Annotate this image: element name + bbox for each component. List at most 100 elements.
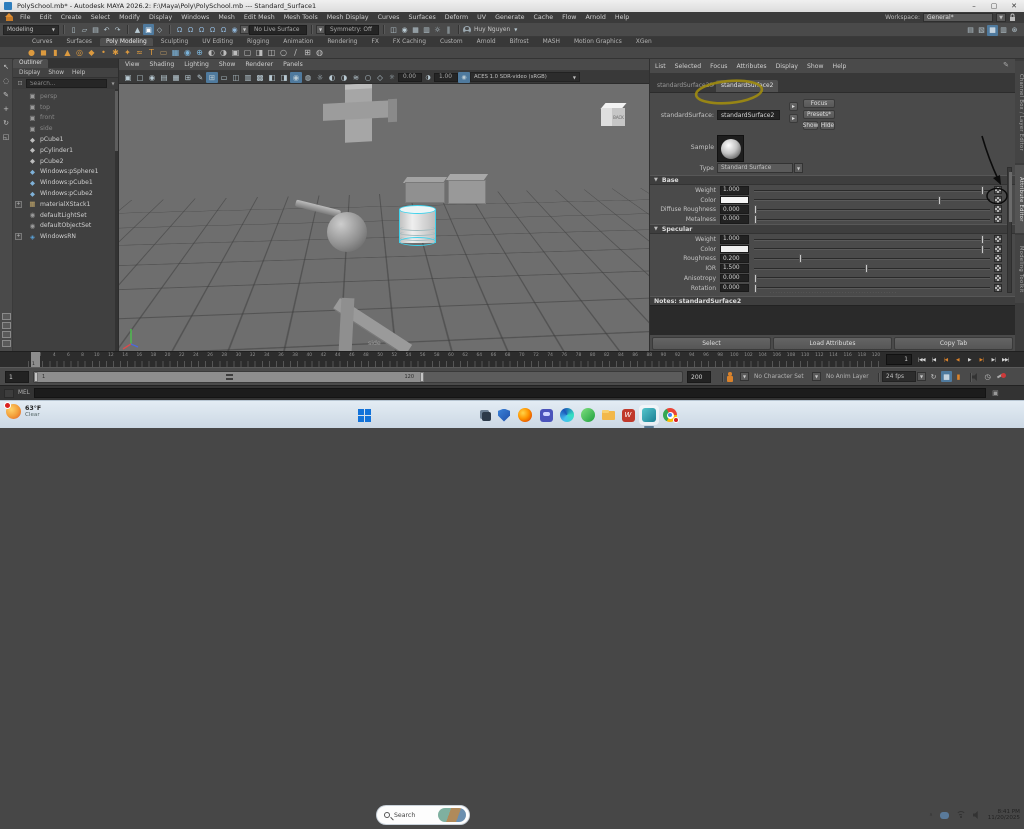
pause-viewport-icon[interactable]: ‖ [443,24,454,35]
attribute-slider[interactable] [754,248,990,250]
separate-icon[interactable]: ▢ [242,47,253,58]
focus-button[interactable]: Focus [803,99,835,108]
animation-start-field[interactable]: 1 [5,371,29,383]
poly-cone-icon[interactable]: ▲ [62,47,73,58]
anim-layer-caret-icon[interactable]: ▼ [812,372,821,381]
shelf-tab[interactable]: Rigging [241,38,275,46]
boolean-difference-icon[interactable]: ◑ [218,47,229,58]
snap-center-icon[interactable]: Ω [207,24,218,35]
menu-item[interactable]: Deform [445,14,468,21]
snap-curve-icon[interactable]: Ω [185,24,196,35]
create-polygon-tool-icon[interactable]: ✦ [122,47,133,58]
hotbox-controls-icon[interactable]: ▧ [976,25,987,36]
multi-cut-icon[interactable]: ∕ [290,47,301,58]
start-button[interactable] [356,407,372,423]
field-chart-icon[interactable]: ▩ [254,72,266,83]
save-scene-icon[interactable]: ▤ [90,24,101,35]
open-scene-icon[interactable]: ▱ [79,24,90,35]
outliner-item[interactable]: ◆ Windows:pSphere1 [13,167,115,178]
tray-network-icon[interactable] [940,812,949,819]
menu-item[interactable]: Surfaces [408,14,435,21]
quad-draw-icon[interactable]: ◍ [314,47,325,58]
select-component-icon[interactable]: ◇ [154,24,165,35]
workspace-caret-icon[interactable]: ▼ [996,13,1006,22]
target-weld-icon[interactable]: ⊞ [302,47,313,58]
hidden-icons-chevron[interactable]: ∧ [929,812,933,818]
layout-split-button[interactable] [2,331,11,338]
shelf-tab[interactable]: Sculpting [155,38,195,46]
menu-item[interactable]: Arnold [585,14,605,21]
ipr-render-icon[interactable]: ◉ [399,24,410,35]
tool-settings-toggle-icon[interactable]: ⊛ [1009,25,1020,36]
playback-loop-icon[interactable]: ↻ [928,371,939,382]
symmetry-field[interactable]: Symmetry: Off [325,25,379,35]
undo-icon[interactable]: ↶ [101,24,112,35]
shelf-tab[interactable]: MASH [537,38,566,46]
live-surface-field[interactable]: No Live Surface [249,25,307,35]
texture-map-button[interactable] [994,205,1002,213]
outliner-item[interactable]: ◆ pCube2 [13,156,115,167]
playback-speed-icon[interactable]: ◷ [982,371,993,382]
snap-viewplane-icon[interactable]: Ω [218,24,229,35]
ae-menu-attributes[interactable]: Attributes [736,63,766,70]
menu-item[interactable]: File [20,14,31,21]
menu-item[interactable]: Help [615,14,629,21]
scene-cross-arm[interactable] [323,100,395,121]
viewport-menu-panels[interactable]: Panels [283,61,303,68]
image-plane-icon[interactable]: ▦ [170,72,182,83]
colorspace-dropdown[interactable]: ACES 1.0 SDR-video (sRGB)▼ [470,72,580,82]
poly-sphere-icon[interactable]: ● [26,47,37,58]
make-live-icon[interactable]: ◉ [229,24,240,35]
mirror-icon[interactable]: ◫ [266,47,277,58]
file-explorer-icon[interactable] [600,407,616,423]
menu-item[interactable]: Flow [562,14,576,21]
command-input[interactable] [34,388,986,398]
texture-map-button[interactable] [994,254,1002,262]
resolution-gate-icon[interactable]: ◫ [230,72,242,83]
teams-icon[interactable] [538,407,554,423]
isolate-select-icon[interactable]: ◇ [374,72,386,83]
texture-map-button[interactable] [994,186,1002,194]
menu-item[interactable]: Modify [119,14,140,21]
output-connections-icon[interactable]: ▸ [789,114,798,123]
safe-action-icon[interactable]: ◧ [266,72,278,83]
new-scene-icon[interactable]: ▯ [68,24,79,35]
live-surface-caret-icon[interactable]: ▼ [240,25,249,34]
poly-cube-icon[interactable]: ◼ [38,47,49,58]
poly-cylinder-icon[interactable]: ▮ [50,47,61,58]
texture-map-button[interactable] [994,284,1002,292]
mute-audio-icon[interactable] [972,373,980,381]
gamma-icon[interactable]: ◑ [422,72,434,83]
lighting-toggle-icon[interactable]: ☼ [314,72,326,83]
scene-sphere[interactable] [327,212,367,252]
maya-home-icon[interactable] [5,14,14,21]
edge-icon[interactable] [559,407,575,423]
scene-doorframe-post[interactable] [339,298,355,351]
outliner-item[interactable]: + ◈ WindowsRN [13,231,115,242]
shaded-mode-icon[interactable]: ◉ [290,72,302,83]
node-tab[interactable]: standardSurface2SG [652,80,714,92]
step-forward-key-button[interactable]: ▶| [988,354,999,366]
shelf-tab[interactable]: Rendering [321,38,363,46]
select-hierarchy-icon[interactable]: ▲ [132,24,143,35]
outliner-item[interactable]: + ▦ materialXStack1 [13,199,115,210]
mash-network-icon[interactable]: ▦ [170,47,181,58]
shelf-tab[interactable]: Animation [277,38,319,46]
display-layer-icon[interactable]: ▥ [421,24,432,35]
outliner-menu-show[interactable]: Show [48,70,64,76]
type-tool-icon[interactable]: T [146,47,157,58]
texture-map-button[interactable] [994,274,1002,282]
minimize-button[interactable]: – [964,2,984,10]
film-gate-icon[interactable]: ▭ [218,72,230,83]
attribute-slider[interactable] [754,268,990,270]
pin-icon[interactable]: ✎ [1003,61,1009,69]
outliner-menu-display[interactable]: Display [19,70,40,76]
auto-keyframe-icon[interactable] [997,373,1006,381]
attribute-editor-toggle-icon[interactable]: ▥ [998,25,1009,36]
character-set-dropdown[interactable]: No Character Set [754,374,804,380]
texture-map-button[interactable] [994,215,1002,223]
search-options-caret-icon[interactable]: ▼ [109,78,117,89]
workspace-lock-icon[interactable] [1009,13,1016,22]
load-attributes-button[interactable]: Load Attributes [773,337,892,350]
redo-icon[interactable]: ↷ [112,24,123,35]
